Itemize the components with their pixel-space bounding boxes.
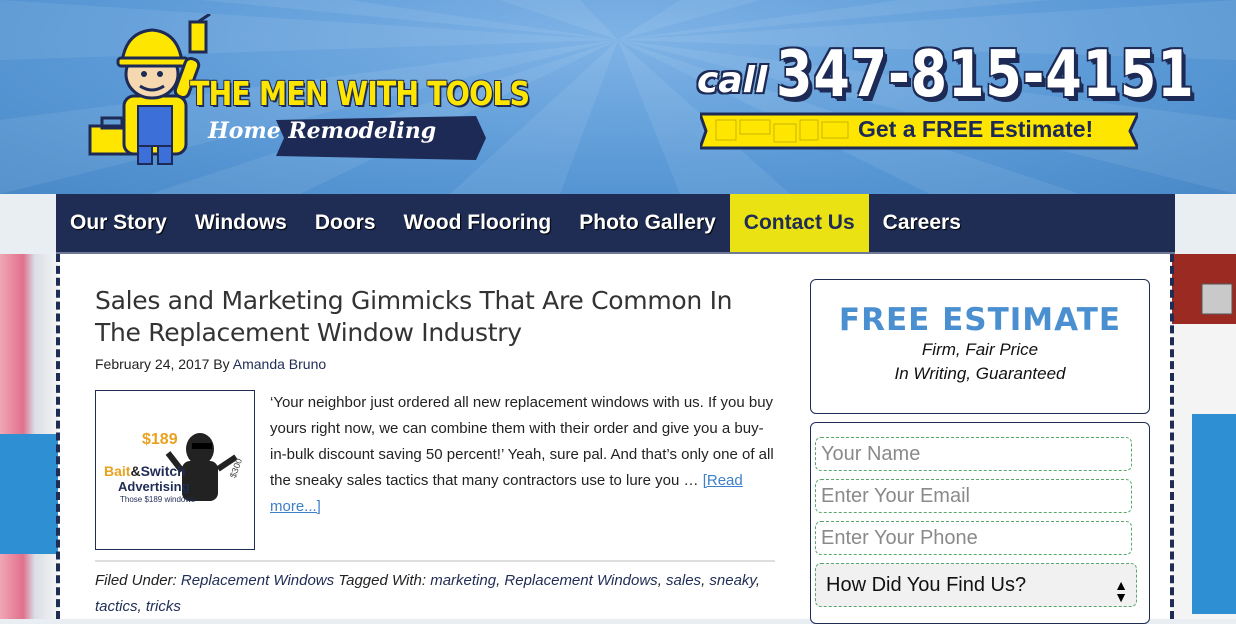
tag-link[interactable]: tactics xyxy=(95,598,138,615)
post-excerpt-text: ‘Your neighbor just ordered all new repl… xyxy=(270,394,774,489)
post-divider xyxy=(95,560,775,562)
site-logo[interactable]: THE MEN WITH TOOLS Home Remodeling xyxy=(86,12,530,174)
referral-source-select[interactable]: How Did You Find Us? ▲ ▼ xyxy=(815,563,1137,607)
content-border-left xyxy=(56,254,60,619)
logo-title: THE MEN WITH TOOLS xyxy=(190,74,530,113)
post-by-label: By xyxy=(213,356,230,372)
free-estimate-line-2: In Writing, Guaranteed xyxy=(894,364,1066,383)
thumb-bait: Bait xyxy=(104,463,131,479)
post-footer: Filed Under: Replacement Windows Tagged … xyxy=(95,572,760,615)
tag-link[interactable]: sneaky xyxy=(709,572,755,589)
nav-item-careers[interactable]: Careers xyxy=(869,194,975,252)
nav-item-wood-flooring[interactable]: Wood Flooring xyxy=(390,194,566,252)
post-meta: February 24, 2017 By Amanda Bruno xyxy=(95,356,326,372)
name-field[interactable]: Your Name xyxy=(815,437,1132,471)
free-estimate-line-1: Firm, Fair Price xyxy=(921,340,1039,359)
nav-item-photo-gallery[interactable]: Photo Gallery xyxy=(565,194,730,252)
thumb-caption: Those $189 windows xyxy=(120,495,196,504)
nav-item-contact-us[interactable]: Contact Us xyxy=(729,194,869,252)
thumb-price: $189 xyxy=(142,431,178,448)
tag-link[interactable]: Replacement Windows xyxy=(504,572,657,589)
tag-link[interactable]: tricks xyxy=(146,598,181,615)
background-photo-right xyxy=(1172,254,1236,619)
post-author-link[interactable]: Amanda Bruno xyxy=(233,356,326,372)
filed-under-label: Filed Under: xyxy=(95,572,177,589)
estimate-banner-text[interactable]: Get a FREE Estimate! xyxy=(858,116,1093,143)
call-label: call xyxy=(697,60,768,101)
post-title[interactable]: Sales and Marketing Gimmicks That Are Co… xyxy=(95,285,775,349)
thumb-advertising: Advertising xyxy=(118,479,190,494)
email-field[interactable]: Enter Your Email xyxy=(815,479,1132,513)
thumb-amp: & xyxy=(130,463,141,479)
nav-item-our-story[interactable]: Our Story xyxy=(56,194,181,252)
category-link[interactable]: Replacement Windows xyxy=(181,572,334,589)
free-estimate-title: FREE ESTIMATE xyxy=(838,302,1122,338)
post-thumbnail[interactable]: $189 $300 Bait&Switch Advertising Those … xyxy=(95,390,255,550)
site-header: THE MEN WITH TOOLS Home Remodeling call … xyxy=(0,0,1236,194)
thumb-headline: Bait&Switch xyxy=(104,463,186,479)
select-arrows-icon: ▲ ▼ xyxy=(1114,577,1128,605)
tagged-with-label: Tagged With: xyxy=(338,572,427,589)
content-border-right xyxy=(1170,254,1174,619)
post-date: February 24, 2017 xyxy=(95,356,210,372)
phone-number[interactable]: 347-815-4151 xyxy=(776,38,1195,112)
main-nav: Our Story Windows Doors Wood Flooring Ph… xyxy=(56,194,1175,254)
post-excerpt: ‘Your neighbor just ordered all new repl… xyxy=(270,390,780,520)
free-estimate-box: FREE ESTIMATE Firm, Fair Price In Writin… xyxy=(810,279,1150,414)
thumb-switch: Switch xyxy=(140,463,186,479)
logo-subtitle: Home Remodeling xyxy=(208,118,437,144)
tag-link[interactable]: marketing xyxy=(430,572,496,589)
tag-link[interactable]: sales xyxy=(666,572,701,589)
nav-item-doors[interactable]: Doors xyxy=(301,194,390,252)
referral-source-value: How Did You Find Us? xyxy=(826,574,1027,596)
nav-item-windows[interactable]: Windows xyxy=(181,194,301,252)
phone-field[interactable]: Enter Your Phone xyxy=(815,521,1132,555)
estimate-form: Your Name Enter Your Email Enter Your Ph… xyxy=(810,422,1150,624)
background-photo-left xyxy=(0,254,58,619)
